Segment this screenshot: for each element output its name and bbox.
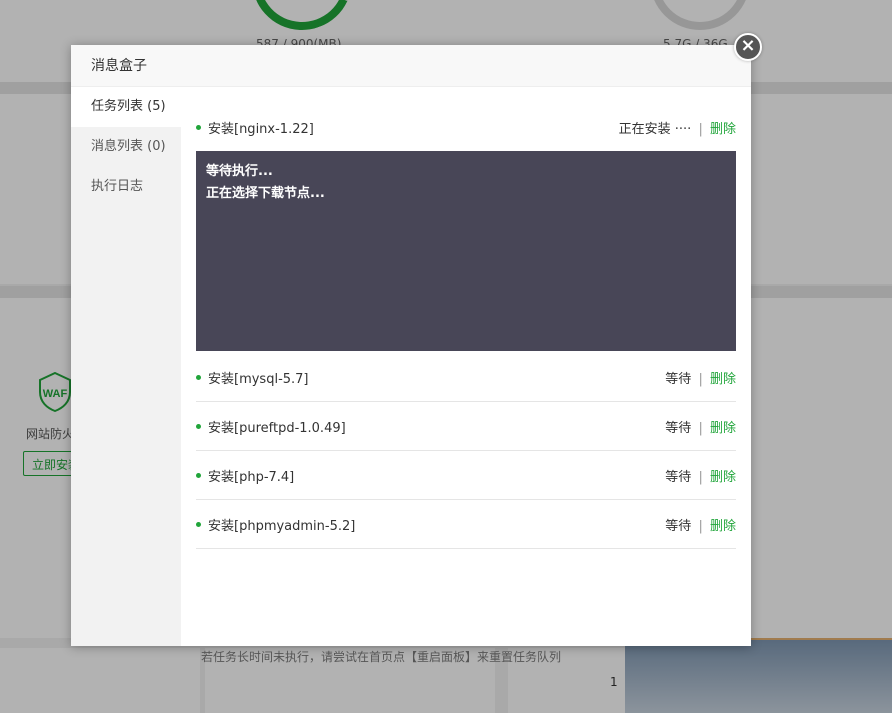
task-status: 等待: [665, 420, 692, 436]
separator: |: [698, 121, 703, 137]
status-dot: [196, 423, 201, 429]
task-row: 安装[pureftpd-1.0.49] 等待 | 删除: [196, 402, 736, 451]
task-queue-hint: 若任务长时间未执行，请尝试在首页点【重启面板】来重置任务队列: [201, 650, 562, 664]
separator: |: [698, 518, 703, 534]
console-line: 正在选择下载节点...: [206, 186, 325, 201]
status-dot: [196, 374, 201, 380]
task-name: 安装[nginx-1.22]: [208, 121, 314, 137]
tab-execution-log[interactable]: 执行日志: [71, 167, 181, 207]
task-row: 安装[php-7.4] 等待 | 删除: [196, 451, 736, 500]
status-dot: [196, 472, 201, 478]
task-status: 等待: [665, 371, 692, 387]
tab-task-list[interactable]: 任务列表 (5): [71, 87, 181, 127]
separator: |: [698, 371, 703, 387]
delete-task-button[interactable]: 删除: [710, 519, 736, 534]
message-box-dialog: 消息盒子 任务列表 (5) 消息列表 (0) 执行日志 安装[nginx-1.2…: [71, 45, 751, 664]
task-row: 安装[mysql-5.7] 等待 | 删除: [196, 353, 736, 402]
task-status: 正在安装 ····: [618, 121, 692, 137]
delete-task-button[interactable]: 删除: [710, 470, 736, 485]
console-line: 等待执行...: [206, 164, 273, 179]
task-list: 安装[nginx-1.22] 正在安装 ···· | 删除 等待执行... 正在…: [196, 87, 736, 664]
delete-task-button[interactable]: 删除: [710, 372, 736, 387]
task-status: 等待: [665, 518, 692, 534]
separator: |: [698, 420, 703, 436]
task-status: 等待: [665, 469, 692, 485]
dialog-sidebar: 任务列表 (5) 消息列表 (0) 执行日志: [71, 87, 181, 646]
tab-message-list[interactable]: 消息列表 (0): [71, 127, 181, 167]
task-name: 安装[mysql-5.7]: [208, 371, 309, 387]
close-icon[interactable]: ×: [734, 33, 762, 61]
install-console: 等待执行... 正在选择下载节点...: [196, 151, 736, 351]
task-name: 安装[php-7.4]: [208, 469, 295, 485]
task-name: 安装[phpmyadmin-5.2]: [208, 518, 356, 534]
task-row: 安装[nginx-1.22] 正在安装 ···· | 删除: [196, 87, 736, 151]
task-name: 安装[pureftpd-1.0.49]: [208, 420, 346, 436]
status-dot: [196, 124, 201, 130]
status-dot: [196, 521, 201, 527]
delete-task-button[interactable]: 删除: [710, 122, 736, 137]
separator: |: [698, 469, 703, 485]
delete-task-button[interactable]: 删除: [710, 421, 736, 436]
task-row: 安装[phpmyadmin-5.2] 等待 | 删除: [196, 500, 736, 549]
dialog-title: 消息盒子: [71, 45, 751, 87]
